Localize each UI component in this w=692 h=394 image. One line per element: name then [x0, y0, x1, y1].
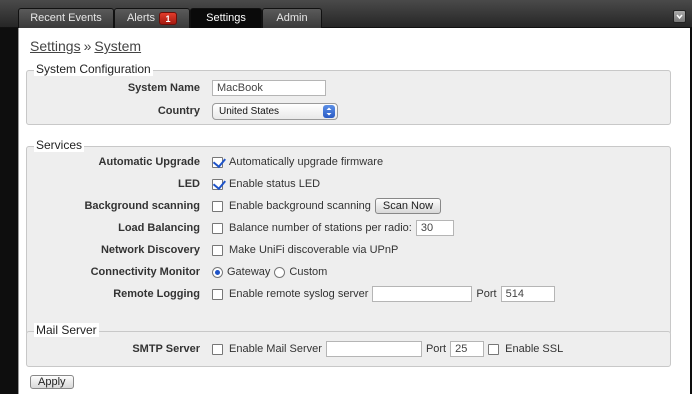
mail-server-legend: Mail Server	[34, 323, 99, 337]
enable-mail-server-text: Enable Mail Server	[229, 343, 322, 355]
load-balancing-text: Balance number of stations per radio:	[229, 222, 412, 234]
syslog-port-input[interactable]: 514	[500, 286, 555, 302]
enable-mail-server-checkbox[interactable]	[212, 343, 223, 355]
smtp-server-label: SMTP Server	[132, 343, 200, 355]
custom-radio-label: Custom	[289, 266, 328, 278]
breadcrumb-settings-link[interactable]: Settings	[30, 38, 81, 54]
mail-server-input[interactable]	[325, 341, 422, 357]
country-select-value: United States	[219, 105, 280, 117]
remote-logging-label: Remote Logging	[113, 288, 200, 300]
enable-ssl-checkbox[interactable]	[488, 343, 500, 355]
background-scanning-checkbox[interactable]	[212, 200, 223, 212]
tab-recent-events[interactable]: Recent Events	[18, 8, 114, 28]
tab-admin[interactable]: Admin	[262, 8, 322, 28]
background-scanning-label: Background scanning	[84, 200, 200, 212]
settings-panel: Settings» System System Configuration Sys…	[18, 28, 690, 394]
breadcrumb: Settings» System	[30, 38, 141, 54]
chevron-down-icon	[676, 14, 683, 20]
services-group: Services Automatic Upgrade Automatically…	[26, 138, 671, 341]
network-discovery-label: Network Discovery	[100, 244, 200, 256]
auto-upgrade-row: Automatic Upgrade Automatically upgrade …	[27, 153, 667, 171]
connectivity-monitor-label: Connectivity Monitor	[90, 266, 200, 278]
remote-logging-text: Enable remote syslog server	[229, 288, 369, 300]
dropdown-menu-button[interactable]	[673, 10, 686, 23]
network-discovery-checkbox[interactable]	[212, 244, 223, 256]
remote-logging-row: Remote Logging Enable remote syslog serv…	[27, 285, 667, 303]
background-scanning-row: Background scanning Enable background sc…	[27, 197, 667, 215]
mail-server-group: Mail Server SMTP Server Enable Mail Serv…	[26, 323, 671, 367]
system-configuration-group: System Configuration System Name MacBook…	[26, 62, 671, 125]
syslog-server-input[interactable]	[372, 286, 473, 302]
load-balancing-row: Load Balancing Balance number of station…	[27, 219, 667, 237]
background-scanning-text: Enable background scanning	[229, 200, 371, 212]
remote-logging-checkbox[interactable]	[212, 288, 223, 300]
mail-port-input[interactable]: 25	[450, 341, 485, 357]
alerts-count-badge: 1	[159, 12, 178, 25]
auto-upgrade-checkbox[interactable]	[212, 156, 223, 168]
tab-alerts-label: Alerts	[126, 12, 156, 24]
tab-alerts[interactable]: Alerts 1	[114, 8, 190, 28]
load-balancing-label: Load Balancing	[118, 222, 200, 234]
led-checkbox[interactable]	[212, 178, 223, 190]
system-configuration-legend: System Configuration	[34, 62, 153, 76]
led-row: LED Enable status LED	[27, 175, 667, 193]
network-discovery-text: Make UniFi discoverable via UPnP	[229, 244, 399, 256]
tab-settings[interactable]: Settings	[190, 8, 262, 28]
tab-recent-events-label: Recent Events	[30, 12, 102, 24]
system-name-label: System Name	[127, 82, 200, 94]
connectivity-monitor-row: Connectivity Monitor Gateway Custom	[27, 263, 667, 281]
auto-upgrade-label: Automatic Upgrade	[98, 156, 200, 168]
tab-admin-label: Admin	[276, 12, 308, 24]
load-balancing-input[interactable]: 30	[415, 220, 454, 236]
country-select[interactable]: United States	[212, 102, 338, 120]
tab-settings-label: Settings	[206, 12, 246, 24]
led-label: LED	[178, 178, 200, 190]
network-discovery-row: Network Discovery Make UniFi discoverabl…	[27, 241, 667, 259]
services-legend: Services	[34, 138, 85, 152]
auto-upgrade-text: Automatically upgrade firmware	[229, 156, 384, 168]
smtp-server-row: SMTP Server Enable Mail Server Port 25 E…	[27, 340, 667, 358]
custom-radio[interactable]	[274, 266, 286, 278]
scan-now-button[interactable]: Scan Now	[374, 198, 442, 214]
enable-ssl-text: Enable SSL	[505, 343, 564, 355]
syslog-port-label: Port	[476, 288, 497, 300]
select-arrows-icon	[323, 104, 335, 118]
system-name-input[interactable]: MacBook	[212, 80, 326, 96]
breadcrumb-separator: »	[83, 38, 92, 54]
top-tab-bar: Recent Events Alerts 1 Settings Admin	[0, 0, 692, 28]
mail-port-label: Port	[425, 343, 447, 355]
country-label: Country	[157, 105, 200, 117]
gateway-radio-label: Gateway	[227, 266, 271, 278]
apply-button[interactable]: Apply	[30, 375, 74, 389]
load-balancing-checkbox[interactable]	[212, 222, 223, 234]
breadcrumb-system-link[interactable]: System	[94, 38, 141, 54]
gateway-radio[interactable]	[212, 266, 223, 278]
led-text: Enable status LED	[229, 178, 321, 190]
